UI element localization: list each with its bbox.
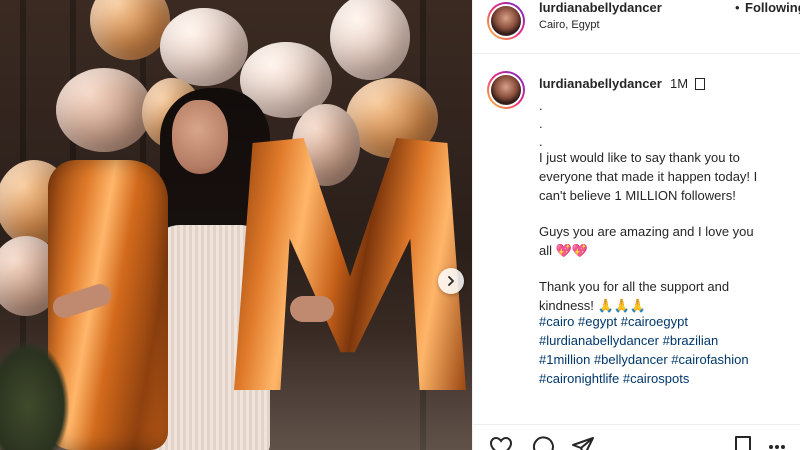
caption-line: everyone that made it happen today! I [539, 169, 758, 184]
bookmark-icon [735, 436, 751, 450]
hashtag-link[interactable]: #lurdianabellydancer [539, 333, 659, 348]
balloon [56, 68, 152, 152]
hashtag-link[interactable]: #bellydancer [594, 352, 668, 367]
hashtag-link[interactable]: #cairofashion [671, 352, 748, 367]
balloon [330, 0, 410, 80]
comment-button[interactable] [531, 435, 555, 450]
caption-line: I just would like to say thank you to [539, 150, 740, 165]
caption-line: Guys you are amazing and I love you [539, 224, 754, 239]
hashtag-link[interactable]: #cairo [539, 314, 574, 329]
woman-hand [290, 296, 334, 322]
post-header: lurdianabellydancer • Following Cairo, E… [473, 0, 800, 54]
plant [0, 340, 70, 450]
separator-dot: • [735, 0, 740, 15]
comment-icon [532, 436, 554, 450]
post-side-panel: lurdianabellydancer • Following Cairo, E… [472, 0, 800, 450]
action-bar [473, 424, 800, 450]
header-username[interactable]: lurdianabellydancer [539, 0, 662, 15]
location-link[interactable]: Cairo, Egypt [539, 19, 600, 31]
balloon [90, 0, 170, 60]
hashtag-link[interactable]: #brazilian [663, 333, 719, 348]
hashtag-link[interactable]: #egypt [578, 314, 617, 329]
hashtag-line: #cairo #egypt #cairoegypt [539, 312, 688, 331]
caption-line: . [539, 116, 543, 131]
hashtag-link[interactable]: #cairospots [623, 371, 689, 386]
more-options-button[interactable] [765, 435, 789, 450]
reply-icon [695, 78, 705, 90]
caption-line: Thank you for all the support and [539, 279, 730, 294]
heart-icon [489, 436, 513, 450]
caption-avatar[interactable] [487, 71, 525, 109]
hashtag-link[interactable]: #1million [539, 352, 590, 367]
chevron-right-icon [448, 276, 454, 286]
post-photo [0, 0, 472, 450]
like-button[interactable] [489, 435, 513, 450]
hashtag-line: #caironightlife #cairospots [539, 369, 689, 388]
following-button[interactable]: Following [745, 0, 800, 15]
caption-line: . [539, 98, 543, 113]
more-options-icon [769, 445, 785, 449]
share-button[interactable] [571, 435, 595, 450]
hashtag-link[interactable]: #caironightlife [539, 371, 619, 386]
caption-line: can't believe 1 MILLION followers! [539, 188, 736, 203]
caption-username[interactable]: lurdianabellydancer [539, 76, 662, 91]
share-icon [572, 437, 594, 450]
caption-time[interactable]: 1M [670, 76, 688, 91]
woman-face [172, 100, 228, 174]
save-button[interactable] [731, 435, 755, 450]
balloon [160, 8, 248, 86]
hashtag-link[interactable]: #cairoegypt [621, 314, 688, 329]
next-photo-button[interactable] [438, 268, 464, 294]
hashtag-line: #lurdianabellydancer #brazilian [539, 331, 718, 350]
caption-line: all 💖💖 [539, 243, 588, 258]
avatar[interactable] [487, 2, 525, 40]
hashtag-line: #1million #bellydancer #cairofashion [539, 350, 749, 369]
